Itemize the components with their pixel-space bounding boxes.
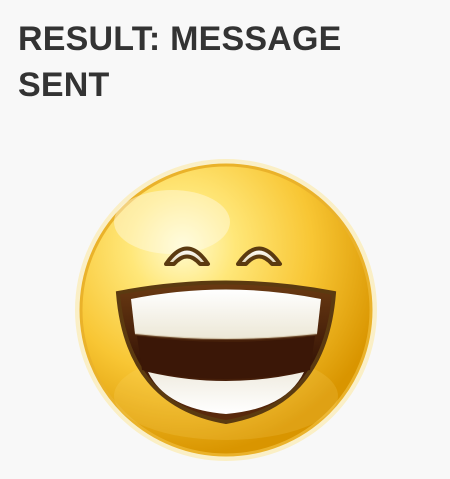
laughing-face-icon [66,150,386,470]
upper-teeth [131,289,321,339]
result-title: RESULT: MESSAGE SENT [18,20,342,104]
mouth-cavity [137,336,315,379]
face-highlight [114,190,230,254]
